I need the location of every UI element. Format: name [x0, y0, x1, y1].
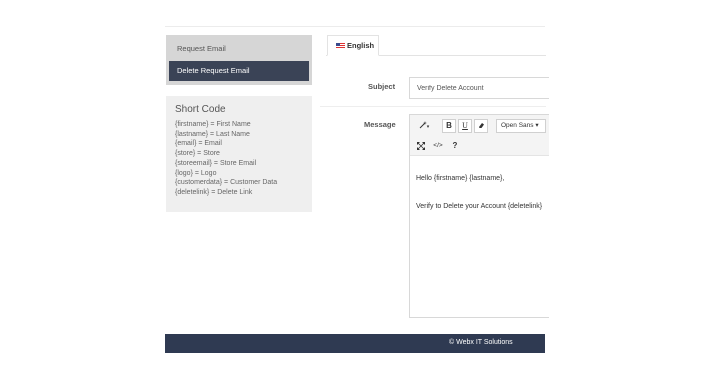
- sidebar-menu: Request Email Delete Request Email: [166, 35, 312, 85]
- editor-toolbar: ▾ B U Open Sans ▾ </> ?: [410, 115, 549, 156]
- magic-wand-icon: [419, 121, 427, 129]
- editor-line: Hello {firstname} {lastname},: [416, 175, 505, 182]
- underline-button[interactable]: U: [458, 119, 472, 133]
- short-code-item: {firstname} = First Name: [175, 121, 251, 128]
- editor-content[interactable]: Hello {firstname} {lastname}, Verify to …: [416, 175, 551, 231]
- message-label: Message: [364, 120, 396, 129]
- subject-input[interactable]: [409, 77, 549, 99]
- short-code-item: {email} = Email: [175, 140, 222, 148]
- code-view-button[interactable]: </>: [430, 139, 446, 153]
- tab-label: English: [347, 41, 375, 50]
- short-code-item: {store} = Store: [175, 150, 220, 158]
- tab-english[interactable]: English: [327, 35, 379, 56]
- short-code-item: {logo} = Logo: [175, 169, 217, 177]
- top-divider: [165, 26, 545, 27]
- sidebar-item-delete-request-email[interactable]: Delete Request Email: [169, 61, 309, 81]
- magic-wand-dropdown[interactable]: ▾: [414, 119, 434, 133]
- eraser-icon: [478, 123, 484, 128]
- subject-label: Subject: [368, 82, 396, 91]
- font-family-select[interactable]: Open Sans ▾: [496, 119, 546, 133]
- eraser-button[interactable]: [474, 119, 488, 133]
- footer-bar: © Webx IT Solutions: [165, 334, 545, 353]
- short-code-item: {storeemail} = Store Email: [175, 159, 257, 167]
- short-code-list: {firstname} = First Name {lastname} = La…: [175, 120, 303, 198]
- help-button[interactable]: ?: [448, 139, 462, 153]
- short-code-panel: Short Code {firstname} = First Name {las…: [166, 96, 312, 212]
- short-code-title: Short Code: [175, 104, 226, 115]
- short-code-item: {customerdata} = Customer Data: [175, 179, 278, 187]
- uk-flag-icon: [336, 43, 345, 49]
- message-editor[interactable]: ▾ B U Open Sans ▾ </> ? Hello {firstname…: [409, 114, 549, 318]
- editor-line: Verify to Delete your Account {deletelin…: [416, 203, 543, 210]
- fullscreen-button[interactable]: [414, 139, 428, 153]
- sidebar-item-request-email[interactable]: Request Email: [169, 39, 309, 59]
- short-code-item: {lastname} = Last Name: [175, 130, 250, 138]
- short-code-item: {deletelink} = Delete Link: [175, 188, 253, 196]
- footer-copyright: © Webx IT Solutions: [449, 339, 513, 346]
- form-divider: [320, 106, 546, 107]
- bold-button[interactable]: B: [442, 119, 456, 133]
- fullscreen-icon: [417, 142, 425, 150]
